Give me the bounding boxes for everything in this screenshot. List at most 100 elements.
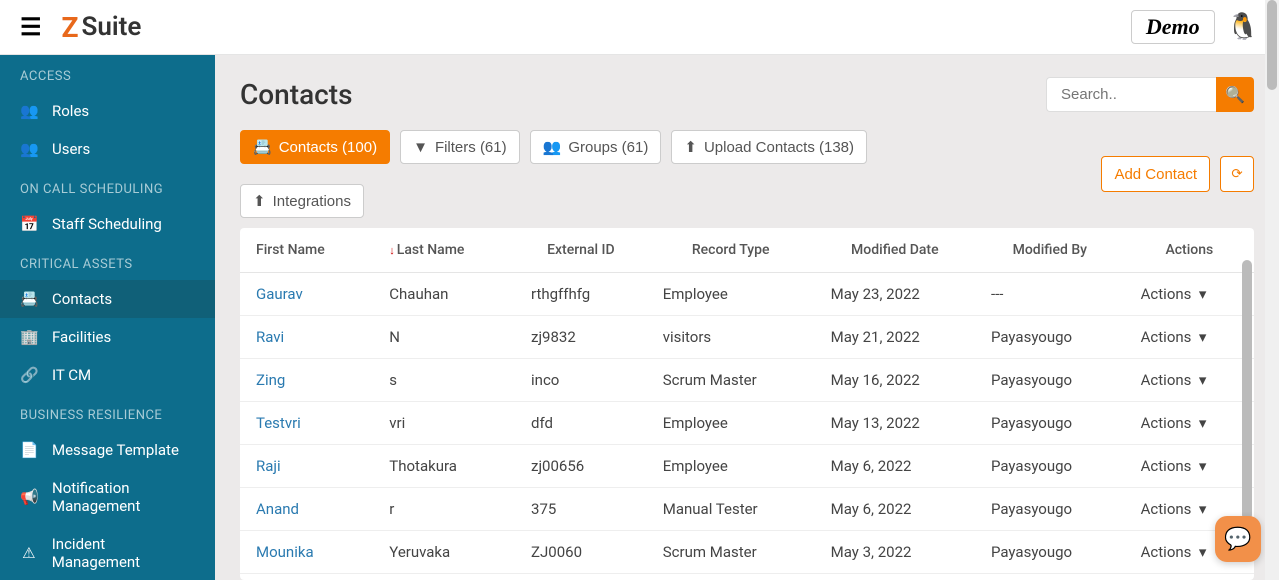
sidebar-item-label: Roles (52, 102, 89, 120)
col-modified-date[interactable]: Modified Date (815, 228, 975, 273)
users-icon: 👥 (543, 138, 562, 156)
brand-logo[interactable]: Z Suite (62, 11, 142, 44)
cell-external-id: zj9832 (515, 316, 647, 359)
warning-icon: ⚠ (20, 544, 38, 562)
refresh-icon: ⟳ (1231, 166, 1242, 182)
sidebar-item-staff-scheduling[interactable]: 📅 Staff Scheduling (0, 205, 215, 243)
refresh-button[interactable]: ⟳ (1220, 156, 1254, 192)
tab-label: Contacts (100) (279, 139, 377, 156)
cell-first-name[interactable]: Zing (240, 359, 373, 402)
sort-asc-icon: ↓ (389, 244, 395, 257)
cell-last-name: Thotakura (373, 445, 515, 488)
cell-external-id: inco (515, 359, 647, 402)
main-content: Contacts 🔍 📇 Contacts (100) ▼ Filters (6… (215, 55, 1279, 580)
sidebar-item-roles[interactable]: 👥 Roles (0, 92, 215, 130)
page-scroll-thumb[interactable] (1267, 0, 1277, 90)
contacts-table-wrap: First Name ↓Last Name External ID Record… (240, 228, 1254, 580)
cell-modified-date: May 6, 2022 (815, 488, 975, 531)
cell-external-id: 4875874 (515, 574, 647, 580)
cell-record-type: team record (647, 574, 815, 580)
sidebar-item-notification-management[interactable]: 📢 Notification Management (0, 469, 215, 525)
cell-actions[interactable]: Actions ▾ (1125, 316, 1254, 359)
sidebar-item-label: Contacts (52, 290, 112, 308)
tab-contacts[interactable]: 📇 Contacts (100) (240, 130, 390, 164)
hamburger-icon[interactable]: ☰ (20, 13, 42, 41)
page-scrollbar[interactable] (1265, 0, 1279, 580)
sidebar-section-access: ACCESS (0, 55, 215, 92)
cell-first-name[interactable]: Mounika (240, 531, 373, 574)
tab-upload-contacts[interactable]: ⬆ Upload Contacts (138) (671, 130, 867, 164)
cell-external-id: rthgffhfg (515, 273, 647, 316)
cell-last-name: Helo (373, 574, 515, 580)
chat-icon: 💬 (1224, 527, 1251, 552)
sidebar-item-label: Incident Management (52, 535, 195, 571)
brand-suffix: Suite (82, 12, 142, 42)
sidebar-item-incident-management[interactable]: ⚠ Incident Management (0, 525, 215, 580)
penguin-avatar-icon[interactable]: 🐧 (1227, 12, 1259, 42)
users-cog-icon: 👥 (20, 102, 38, 120)
search-box: 🔍 (1046, 77, 1254, 112)
cell-modified-date: Apr 21, 2022 (815, 574, 975, 580)
message-icon: 📄 (20, 441, 38, 459)
cell-first-name[interactable]: Mohi (240, 574, 373, 580)
col-last-name[interactable]: ↓Last Name (373, 228, 515, 273)
page-title: Contacts (240, 78, 353, 111)
cell-actions[interactable]: Actions ▾ (1125, 574, 1254, 580)
tab-groups[interactable]: 👥 Groups (61) (530, 130, 662, 164)
table-header-row: First Name ↓Last Name External ID Record… (240, 228, 1254, 273)
sidebar-item-facilities[interactable]: 🏢 Facilities (0, 318, 215, 356)
cell-modified-date: May 13, 2022 (815, 402, 975, 445)
col-first-name[interactable]: First Name (240, 228, 373, 273)
col-modified-by[interactable]: Modified By (975, 228, 1125, 273)
chat-floating-button[interactable]: 💬 (1215, 516, 1261, 562)
cell-first-name[interactable]: Ravi (240, 316, 373, 359)
cell-actions[interactable]: Actions ▾ (1125, 402, 1254, 445)
cell-modified-by: Payasyougo (975, 316, 1125, 359)
cell-first-name[interactable]: Anand (240, 488, 373, 531)
add-contact-button[interactable]: Add Contact (1101, 156, 1210, 192)
tab-integrations[interactable]: ⬆ Integrations (240, 184, 364, 218)
tab-filters[interactable]: ▼ Filters (61) (400, 130, 520, 164)
facilities-icon: 🏢 (20, 328, 38, 346)
cell-external-id: ZJ0060 (515, 531, 647, 574)
cell-modified-by: Payasyougo (975, 359, 1125, 402)
col-record-type[interactable]: Record Type (647, 228, 815, 273)
cell-record-type: visitors (647, 316, 815, 359)
sidebar-item-contacts[interactable]: 📇 Contacts (0, 280, 215, 318)
cell-last-name: r (373, 488, 515, 531)
sidebar-item-users[interactable]: 👥 Users (0, 130, 215, 168)
cell-last-name: s (373, 359, 515, 402)
search-input[interactable] (1046, 77, 1216, 112)
toolbar: 📇 Contacts (100) ▼ Filters (61) 👥 Groups… (215, 130, 1279, 223)
cell-record-type: Employee (647, 445, 815, 488)
network-icon: 🔗 (20, 366, 38, 384)
cell-first-name[interactable]: Testvri (240, 402, 373, 445)
topbar: ☰ Z Suite Demo 🐧 (0, 0, 1279, 55)
cell-first-name[interactable]: Gaurav (240, 273, 373, 316)
search-button[interactable]: 🔍 (1216, 77, 1254, 112)
contacts-icon: 📇 (20, 290, 38, 308)
toolbar-right: Add Contact ⟳ (1101, 156, 1254, 192)
cell-record-type: Employee (647, 402, 815, 445)
cell-modified-by: Payasyougo (975, 445, 1125, 488)
cell-modified-date: May 21, 2022 (815, 316, 975, 359)
button-label: Add Contact (1114, 166, 1197, 183)
cell-record-type: Scrum Master (647, 531, 815, 574)
cell-actions[interactable]: Actions ▾ (1125, 445, 1254, 488)
contacts-table: First Name ↓Last Name External ID Record… (240, 228, 1254, 580)
cell-record-type: Scrum Master (647, 359, 815, 402)
cell-actions[interactable]: Actions ▾ (1125, 273, 1254, 316)
sidebar-item-message-template[interactable]: 📄 Message Template (0, 431, 215, 469)
table-row: MounikaYeruvakaZJ0060Scrum MasterMay 3, … (240, 531, 1254, 574)
cell-actions[interactable]: Actions ▾ (1125, 359, 1254, 402)
table-scroll-thumb[interactable] (1242, 260, 1252, 520)
sidebar-item-label: Facilities (52, 328, 111, 346)
col-external-id[interactable]: External ID (515, 228, 647, 273)
upload-icon: ⬆ (684, 138, 697, 156)
cell-last-name: vri (373, 402, 515, 445)
sidebar-item-itcm[interactable]: 🔗 IT CM (0, 356, 215, 394)
sidebar-item-label: Notification Management (52, 479, 195, 515)
tab-label: Groups (61) (568, 139, 648, 156)
cell-first-name[interactable]: Raji (240, 445, 373, 488)
table-row: ZingsincoScrum MasterMay 16, 2022Payasyo… (240, 359, 1254, 402)
